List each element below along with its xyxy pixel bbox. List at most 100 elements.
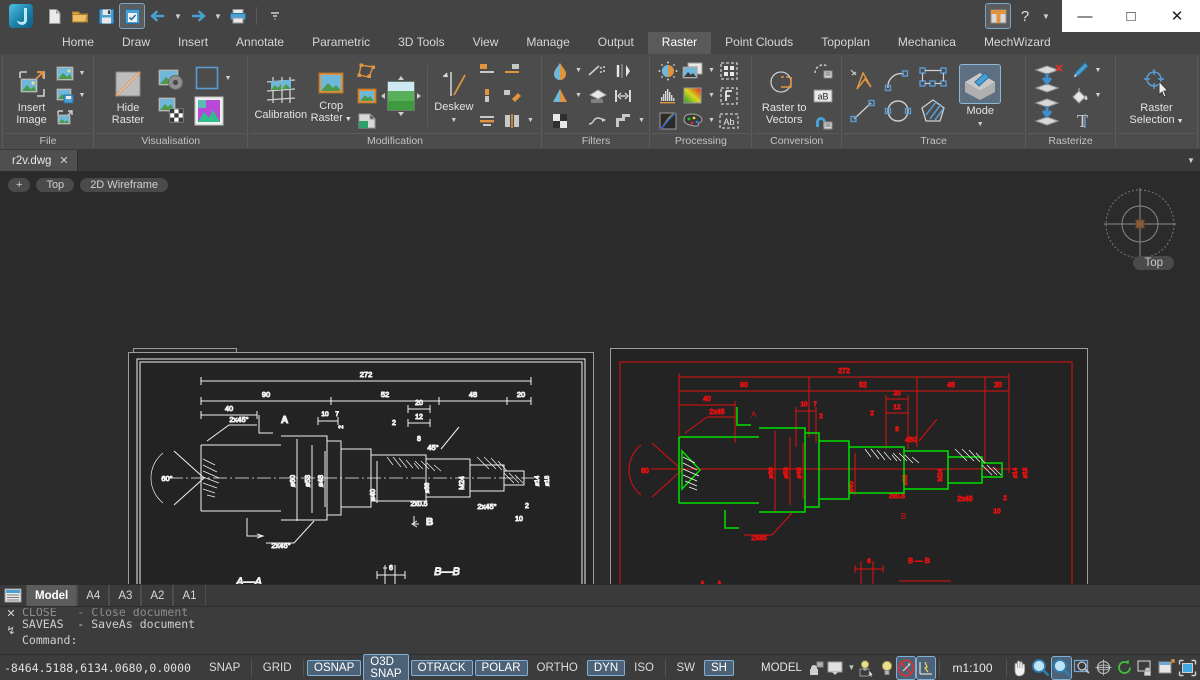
trace-mode-button[interactable]: Mode▼: [952, 63, 1008, 129]
arc-recognition-icon[interactable]: [811, 59, 835, 83]
layout-tab-a3[interactable]: A3: [109, 585, 141, 606]
raster-frame-icon[interactable]: [192, 63, 222, 93]
command-line-area[interactable]: ✕ ↯ CLOSE - Close document SAVEAS - Save…: [0, 606, 1200, 654]
trace-hatch-icon[interactable]: [916, 96, 950, 126]
fill-chevron-down-icon[interactable]: ▼: [1093, 86, 1103, 106]
orbit-icon[interactable]: [1094, 657, 1113, 679]
histogram-icon[interactable]: [656, 84, 680, 108]
rotate-icon[interactable]: [1115, 657, 1134, 679]
trace-arc-icon[interactable]: [882, 65, 914, 95]
overflow-caret-icon[interactable]: [263, 4, 287, 28]
checker-noise-icon[interactable]: [548, 109, 572, 133]
status-toggle-sh[interactable]: SH: [704, 660, 734, 676]
viewport-menu-button[interactable]: +: [8, 178, 30, 192]
tab-point-clouds[interactable]: Point Clouds: [711, 32, 807, 54]
image-open-icon[interactable]: [55, 63, 76, 84]
zoom-extents-icon[interactable]: [1073, 657, 1092, 679]
status-toggle-osnap[interactable]: OSNAP: [307, 660, 361, 676]
raster-image-drawing[interactable]: 272 90 52 48 20 40 10 7 2: [128, 352, 594, 584]
pencil-chevron-down-icon[interactable]: ▼: [1093, 61, 1103, 81]
command-prompt[interactable]: Command:: [22, 633, 1200, 649]
blur-chevron-down-icon[interactable]: ▼: [573, 61, 583, 81]
status-toggle-dyn[interactable]: DYN: [587, 660, 625, 676]
help-button[interactable]: ?: [1013, 4, 1037, 28]
clean-screen-icon[interactable]: [1157, 657, 1176, 679]
curves-icon[interactable]: [656, 109, 680, 133]
color-gradient-icon[interactable]: [681, 84, 705, 108]
zoom-window-icon[interactable]: [1052, 657, 1071, 679]
tab-topoplan[interactable]: Topoplan: [807, 32, 884, 54]
gradient-chevron-down-icon[interactable]: ▼: [706, 86, 716, 106]
status-toggle-ortho[interactable]: ORTHO: [530, 660, 585, 676]
tab-home[interactable]: Home: [48, 32, 108, 54]
layout-tab-a4[interactable]: A4: [77, 585, 109, 606]
undo-dropdown-chevron-down-icon[interactable]: ▼: [172, 4, 184, 28]
raster-transparency-icon[interactable]: [157, 96, 187, 124]
layout-tab-model[interactable]: Model: [26, 585, 77, 606]
close-icon[interactable]: ✕: [59, 154, 68, 167]
printer-icon[interactable]: [226, 4, 250, 28]
mirror-image-icon[interactable]: [500, 109, 524, 133]
close-icon[interactable]: ✕: [6, 609, 15, 620]
minimize-button[interactable]: —: [1062, 0, 1108, 32]
pan-hand-icon[interactable]: [1010, 657, 1029, 679]
raster-color-icon[interactable]: [192, 94, 226, 128]
annotation-scale[interactable]: m1:100: [942, 661, 1002, 675]
step-shape-icon[interactable]: [611, 109, 635, 133]
calibration-button[interactable]: Calibration: [254, 71, 307, 121]
maximize-button[interactable]: □: [1108, 0, 1154, 32]
image-export-icon[interactable]: [55, 107, 76, 128]
lock-toolbar-icon[interactable]: [807, 657, 824, 679]
status-toggle-snap[interactable]: SNAP: [202, 660, 247, 676]
rasterize-delete-icon[interactable]: [1032, 63, 1066, 95]
brightness-contrast-icon[interactable]: [656, 59, 680, 83]
status-toggle-sw[interactable]: SW: [669, 660, 702, 676]
raster-selection-button[interactable]: Raster Selection ▼: [1122, 64, 1191, 128]
status-toggle-iso[interactable]: ISO: [627, 660, 661, 676]
thin-lines-icon[interactable]: [585, 109, 609, 133]
select-text-icon[interactable]: Ab: [717, 109, 741, 133]
mirror-horizontal-icon[interactable]: [611, 84, 635, 108]
raster-resize-icon[interactable]: [380, 74, 422, 118]
snap-recognition-icon[interactable]: [811, 109, 835, 133]
palette-icon[interactable]: [681, 109, 705, 133]
viewport-dropdown-icon[interactable]: [826, 657, 844, 679]
save-icon[interactable]: [94, 4, 118, 28]
trace-contour-icon[interactable]: [916, 65, 950, 95]
redo-dropdown-chevron-down-icon[interactable]: ▼: [212, 4, 224, 28]
insert-image-button[interactable]: Insert Image: [9, 66, 54, 126]
raster-to-vectors-button[interactable]: Raster to Vectors: [758, 66, 810, 126]
ucs-icon[interactable]: [917, 657, 935, 679]
sharpen-triangle-icon[interactable]: [548, 84, 572, 108]
redo-arrow-icon[interactable]: [186, 4, 210, 28]
select-dots-icon[interactable]: [717, 59, 741, 83]
crop-rectangle-icon[interactable]: [355, 84, 379, 108]
close-button[interactable]: ✕: [1154, 0, 1200, 32]
image-open-chevron-down-icon[interactable]: ▼: [77, 64, 87, 84]
lightbulb-icon[interactable]: [879, 657, 895, 679]
align-middle-icon[interactable]: [475, 84, 499, 108]
status-toggle-polar[interactable]: POLAR: [475, 660, 528, 676]
rasterize-text-icon[interactable]: T: [1068, 109, 1092, 133]
fullscreen-icon[interactable]: [1178, 657, 1197, 679]
align-top-icon[interactable]: [475, 59, 499, 83]
tab-raster[interactable]: Raster: [648, 32, 711, 54]
blur-drop-icon[interactable]: [548, 59, 572, 83]
pencil-icon[interactable]: [1068, 59, 1092, 83]
tab-mechwizard[interactable]: MechWizard: [970, 32, 1065, 54]
document-tab-overflow-chevron-down-icon[interactable]: ▼: [1182, 150, 1200, 171]
drawing-viewport[interactable]: + Top 2D Wireframe 272 90 52 48: [0, 172, 1200, 584]
image-save-icon[interactable]: [55, 85, 76, 106]
image-overlay-icon[interactable]: [681, 59, 705, 83]
document-tab-r2v[interactable]: r2v.dwg ✕: [0, 150, 78, 171]
status-toggle-o3dsnap[interactable]: O3D SNAP: [363, 654, 408, 680]
status-toggle-grid[interactable]: GRID: [256, 660, 299, 676]
mirror-vertical-icon[interactable]: [611, 59, 635, 83]
layout-tab-a1[interactable]: A1: [173, 585, 205, 606]
layout-list-icon[interactable]: [0, 585, 26, 606]
text-recognition-icon[interactable]: aB: [811, 84, 835, 108]
trace-line-icon[interactable]: [848, 97, 880, 125]
deskew-button[interactable]: Deskew▼: [433, 67, 474, 125]
modification-more-chevron-down-icon[interactable]: ▼: [525, 111, 535, 131]
filters-more-chevron-down-icon[interactable]: ▼: [636, 111, 646, 131]
